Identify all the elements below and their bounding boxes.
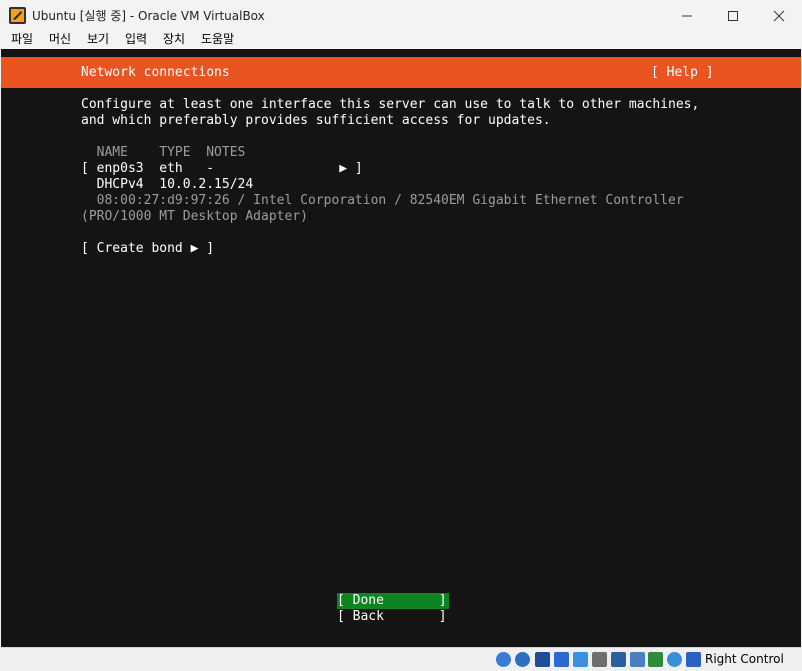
menu-machine[interactable]: 머신 bbox=[49, 31, 71, 47]
create-bond-button[interactable]: [ Create bond ▶ ] bbox=[81, 241, 214, 257]
keyboard-capture-icon[interactable] bbox=[686, 652, 701, 667]
optical-drive-icon[interactable] bbox=[515, 652, 530, 667]
intro-text-line1: Configure at least one interface this se… bbox=[81, 97, 700, 112]
recording-icon[interactable] bbox=[630, 652, 645, 667]
back-button[interactable]: [ Back ] bbox=[337, 609, 447, 625]
status-bar: Right Control bbox=[0, 647, 802, 671]
maximize-icon bbox=[728, 11, 738, 21]
help-button[interactable]: [ Help ] bbox=[651, 65, 714, 81]
network-icon[interactable] bbox=[554, 652, 569, 667]
mac-address-row: 08:00:27:d9:97:26 / Intel Corporation / … bbox=[81, 193, 684, 208]
interface-row-enp0s3[interactable]: [ enp0s3 eth - ▶ ] bbox=[81, 161, 363, 177]
installer-header: Network connections [ Help ] bbox=[1, 57, 801, 88]
close-button[interactable] bbox=[756, 0, 802, 31]
menu-file[interactable]: 파일 bbox=[11, 31, 33, 47]
mouse-integration-icon[interactable] bbox=[667, 652, 682, 667]
minimize-icon bbox=[682, 15, 692, 17]
menu-input[interactable]: 입력 bbox=[125, 31, 147, 47]
menu-bar: 파일 머신 보기 입력 장치 도움말 bbox=[0, 31, 802, 49]
page-title: Network connections bbox=[81, 65, 230, 80]
hard-disk-icon[interactable] bbox=[496, 652, 511, 667]
host-key-label: Right Control bbox=[705, 652, 784, 666]
minimize-button[interactable] bbox=[664, 0, 710, 31]
dhcp-row: DHCPv4 10.0.2.15/24 bbox=[81, 177, 254, 192]
shared-folders-icon[interactable] bbox=[592, 652, 607, 667]
vm-screen[interactable]: Network connections [ Help ] Configure a… bbox=[1, 49, 801, 647]
menu-help[interactable]: 도움말 bbox=[201, 31, 234, 47]
window-title: Ubuntu [실행 중] - Oracle VM VirtualBox bbox=[32, 9, 265, 23]
cpu-icon[interactable] bbox=[648, 652, 663, 667]
intro-text-line2: and which preferably provides sufficient… bbox=[81, 113, 551, 128]
title-bar: Ubuntu [실행 중] - Oracle VM VirtualBox bbox=[0, 0, 802, 31]
done-button[interactable]: [ Done ] bbox=[337, 593, 447, 609]
close-icon bbox=[773, 10, 785, 22]
adapter-description: (PRO/1000 MT Desktop Adapter) bbox=[81, 209, 308, 224]
menu-devices[interactable]: 장치 bbox=[163, 31, 185, 47]
virtualbox-icon bbox=[9, 7, 26, 24]
display-icon[interactable] bbox=[611, 652, 626, 667]
menu-view[interactable]: 보기 bbox=[87, 31, 109, 47]
maximize-button[interactable] bbox=[710, 0, 756, 31]
interface-table-header: NAME TYPE NOTES bbox=[81, 145, 246, 160]
usb-icon[interactable] bbox=[573, 652, 588, 667]
audio-icon[interactable] bbox=[535, 652, 550, 667]
